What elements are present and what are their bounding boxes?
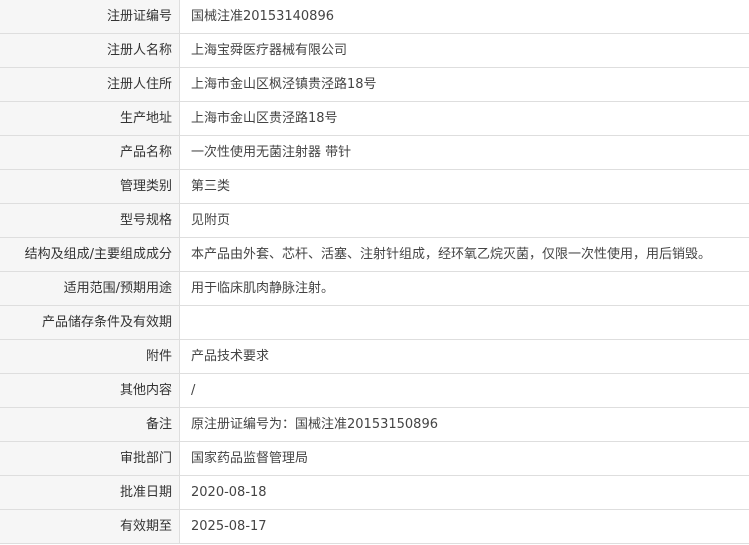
table-row-remarks: 备注 原注册证编号为：国械注准20153150896 — [0, 407, 749, 442]
field-label: 生产地址 — [0, 101, 180, 136]
field-label: 注册证编号 — [0, 0, 180, 34]
table-row-attachment: 附件 产品技术要求 — [0, 339, 749, 374]
field-label: 管理类别 — [0, 169, 180, 204]
table-row-registrant-address: 注册人住所 上海市金山区枫泾镇贵泾路18号 — [0, 67, 749, 102]
field-value: 第三类 — [179, 169, 749, 204]
table-row-production-address: 生产地址 上海市金山区贵泾路18号 — [0, 101, 749, 136]
field-value: 原注册证编号为：国械注准20153150896 — [179, 407, 749, 442]
field-value: 上海市金山区枫泾镇贵泾路18号 — [179, 67, 749, 102]
field-label: 结构及组成/主要组成成分 — [0, 237, 180, 272]
table-row-model-spec: 型号规格 见附页 — [0, 203, 749, 238]
field-value — [179, 305, 749, 340]
field-value: / — [179, 373, 749, 408]
field-label: 产品储存条件及有效期 — [0, 305, 180, 340]
table-row-other-content: 其他内容 / — [0, 373, 749, 408]
field-label: 审批部门 — [0, 441, 180, 476]
field-label: 批准日期 — [0, 475, 180, 510]
table-row-structure-composition: 结构及组成/主要组成成分 本产品由外套、芯杆、活塞、注射针组成，经环氧乙烷灭菌，… — [0, 237, 749, 272]
field-label: 其他内容 — [0, 373, 180, 408]
field-value: 国家药品监督管理局 — [179, 441, 749, 476]
table-row-management-category: 管理类别 第三类 — [0, 169, 749, 204]
field-value: 2025-08-17 — [179, 509, 749, 544]
field-value: 见附页 — [179, 203, 749, 238]
table-row-product-name: 产品名称 一次性使用无菌注射器 带针 — [0, 135, 749, 170]
field-value: 本产品由外套、芯杆、活塞、注射针组成，经环氧乙烷灭菌，仅限一次性使用，用后销毁。 — [179, 237, 749, 272]
field-label: 有效期至 — [0, 509, 180, 544]
field-value: 一次性使用无菌注射器 带针 — [179, 135, 749, 170]
table-row-registrant-name: 注册人名称 上海宝舜医疗器械有限公司 — [0, 33, 749, 68]
registration-details-table: 注册证编号 国械注准20153140896 注册人名称 上海宝舜医疗器械有限公司… — [0, 0, 749, 544]
field-value: 上海宝舜医疗器械有限公司 — [179, 33, 749, 68]
field-label: 适用范围/预期用途 — [0, 271, 180, 306]
table-row-storage-validity: 产品储存条件及有效期 — [0, 305, 749, 340]
field-value: 产品技术要求 — [179, 339, 749, 374]
field-value: 用于临床肌肉静脉注射。 — [179, 271, 749, 306]
field-label: 注册人住所 — [0, 67, 180, 102]
field-label: 附件 — [0, 339, 180, 374]
field-value: 国械注准20153140896 — [179, 0, 749, 34]
table-row-intended-use: 适用范围/预期用途 用于临床肌肉静脉注射。 — [0, 271, 749, 306]
field-value: 2020-08-18 — [179, 475, 749, 510]
field-label: 注册人名称 — [0, 33, 180, 68]
table-row-approval-department: 审批部门 国家药品监督管理局 — [0, 441, 749, 476]
table-row-registration-number: 注册证编号 国械注准20153140896 — [0, 0, 749, 34]
field-label: 备注 — [0, 407, 180, 442]
field-value: 上海市金山区贵泾路18号 — [179, 101, 749, 136]
field-label: 产品名称 — [0, 135, 180, 170]
field-label: 型号规格 — [0, 203, 180, 238]
table-row-valid-until: 有效期至 2025-08-17 — [0, 509, 749, 544]
table-row-approval-date: 批准日期 2020-08-18 — [0, 475, 749, 510]
